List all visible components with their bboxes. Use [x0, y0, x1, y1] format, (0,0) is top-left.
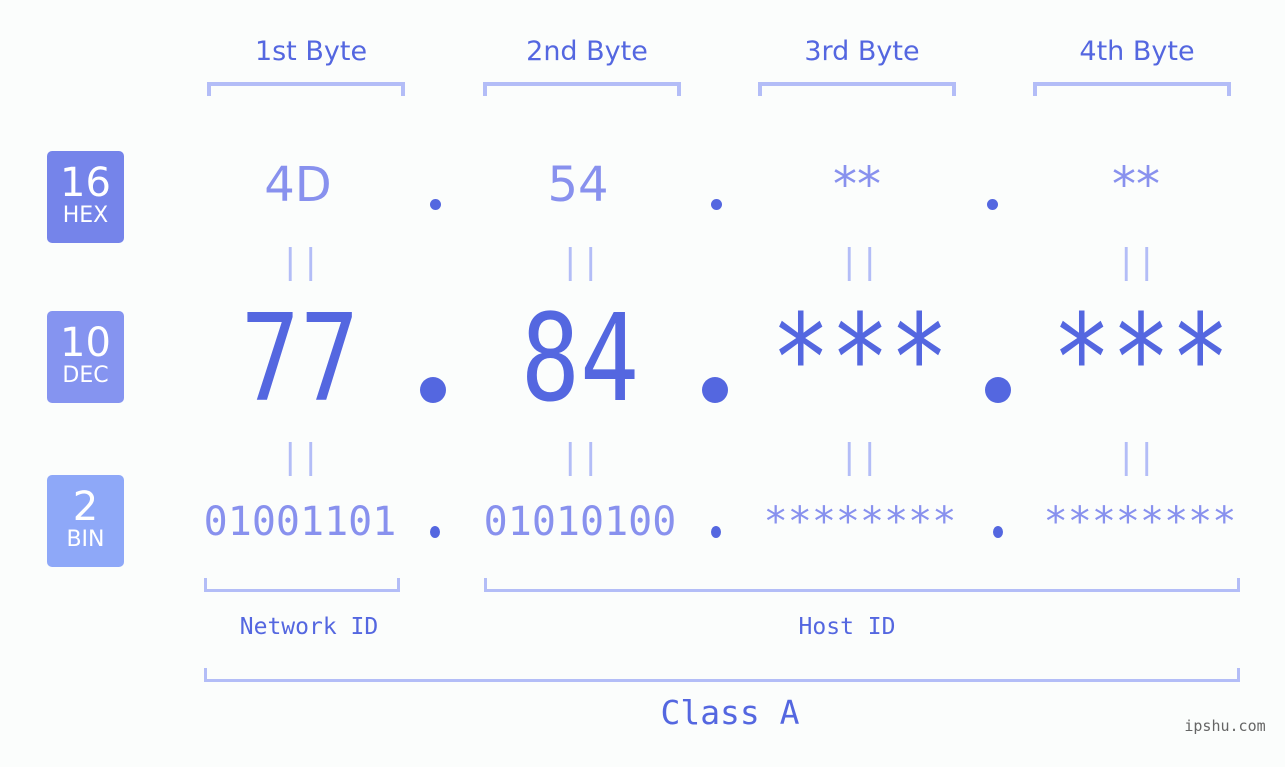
bin-value-1: 01001101	[203, 499, 397, 545]
dec-dot-1	[420, 377, 446, 403]
watermark: ipshu.com	[1184, 717, 1266, 735]
host-id-bracket	[484, 578, 1240, 592]
equals-hex-dec-3: ||	[839, 242, 880, 282]
dec-badge: 10 DEC	[47, 311, 124, 403]
dec-dot-3	[985, 377, 1011, 403]
bin-dot-2	[711, 526, 721, 538]
equals-hex-dec-2: ||	[560, 242, 601, 282]
byte-header-2: 2nd Byte	[526, 36, 648, 67]
bin-value-4: ********	[1043, 499, 1237, 545]
bin-value-2: 01010100	[483, 499, 677, 545]
dec-value-2: 84	[520, 290, 640, 429]
class-label: Class A	[660, 693, 800, 732]
bin-value-3: ********	[763, 499, 957, 545]
hex-value-4: **	[1112, 157, 1160, 213]
equals-dec-bin-2: ||	[560, 437, 601, 477]
hex-dot-2	[711, 199, 722, 210]
hex-value-1: 4D	[264, 157, 332, 213]
hex-base-label: HEX	[62, 203, 109, 228]
dec-value-3: ***	[771, 290, 949, 429]
hex-base-number: 16	[60, 160, 111, 206]
byte-bracket-4	[1033, 82, 1231, 96]
byte-header-4: 4th Byte	[1079, 36, 1195, 67]
bin-base-label: BIN	[66, 527, 105, 552]
equals-dec-bin-4: ||	[1116, 437, 1157, 477]
dec-value-1: 77	[240, 290, 360, 429]
equals-dec-bin-3: ||	[839, 437, 880, 477]
hex-badge: 16 HEX	[47, 151, 124, 243]
hex-value-2: 54	[547, 157, 609, 213]
dec-dot-2	[702, 377, 728, 403]
hex-dot-1	[430, 199, 441, 210]
equals-hex-dec-1: ||	[280, 242, 321, 282]
bin-base-number: 2	[72, 484, 99, 530]
byte-header-3: 3rd Byte	[804, 36, 920, 67]
network-id-label: Network ID	[239, 614, 379, 640]
hex-value-3: **	[833, 157, 881, 213]
class-bracket	[204, 668, 1240, 682]
network-id-bracket	[204, 578, 400, 592]
bin-dot-3	[993, 526, 1003, 538]
byte-bracket-3	[758, 82, 956, 96]
dec-base-number: 10	[60, 320, 111, 366]
equals-dec-bin-1: ||	[280, 437, 321, 477]
bin-dot-1	[430, 526, 440, 538]
hex-dot-3	[987, 199, 998, 210]
byte-bracket-1	[207, 82, 405, 96]
host-id-label: Host ID	[798, 614, 896, 640]
byte-bracket-2	[483, 82, 681, 96]
byte-header-1: 1st Byte	[254, 36, 368, 67]
dec-value-4: ***	[1052, 290, 1230, 429]
bin-badge: 2 BIN	[47, 475, 124, 567]
dec-base-label: DEC	[62, 363, 109, 388]
equals-hex-dec-4: ||	[1116, 242, 1157, 282]
